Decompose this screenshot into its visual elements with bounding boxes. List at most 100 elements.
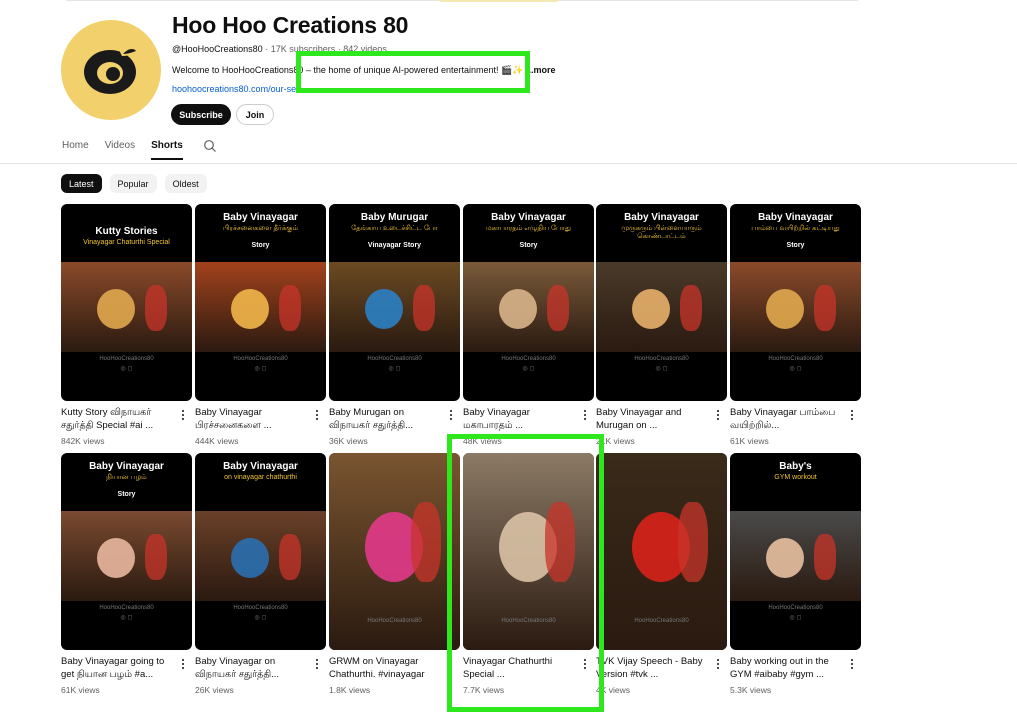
short-title[interactable]: Baby Vinayagar பிரச்சனைகளை ... <box>195 407 310 432</box>
thumbnail-figure <box>547 284 569 331</box>
thumbnail-figure <box>145 533 167 580</box>
short-views: 61K views <box>61 685 100 695</box>
short-views: 1.8K views <box>329 685 371 695</box>
thumbnail-watermark: HooHooCreations80 <box>634 356 689 362</box>
thumbnail-figure <box>632 289 670 329</box>
short-card[interactable]: Baby Vinayagar பாம்பை வயிற்றில் கட்டியது… <box>730 204 861 446</box>
thumbnail-figure <box>499 289 537 329</box>
more-actions-icon[interactable] <box>312 657 322 671</box>
short-thumbnail[interactable]: HooHooCreations80 <box>329 453 460 650</box>
more-actions-icon[interactable] <box>580 408 590 422</box>
short-title[interactable]: Baby Vinayagar பாம்பை வயிற்றில்... <box>730 407 845 432</box>
short-thumbnail[interactable]: Baby Vinayagar முருகரும் பிள்ளையாரும் கொ… <box>596 204 727 401</box>
search-icon[interactable] <box>203 139 217 158</box>
short-title[interactable]: GRWM on Vinayagar Chathurthi. #vinayagar <box>329 656 444 681</box>
subscribe-button[interactable]: Subscribe <box>171 104 231 125</box>
more-actions-icon[interactable] <box>847 408 857 422</box>
short-thumbnail[interactable]: HooHooCreations80 <box>596 453 727 650</box>
highlight-box-short <box>447 434 604 712</box>
thumbnail-subtitle: தேங்காய உடைச்சிட்ட போ <box>351 225 438 232</box>
short-title[interactable]: Baby Vinayagar மகாபாரதம் ... <box>463 407 578 432</box>
owl-logo-icon <box>84 45 140 94</box>
short-title[interactable]: Baby Vinayagar on விநாயகர் சதுர்த்தி... <box>195 656 310 681</box>
more-actions-icon[interactable] <box>713 408 723 422</box>
short-thumbnail[interactable]: Baby Vinayagar மகாபாரதம் எழுதிய போது Sto… <box>463 204 594 401</box>
more-link[interactable]: ...more <box>526 65 556 75</box>
more-actions-icon[interactable] <box>713 657 723 671</box>
short-title[interactable]: TVK Vijay Speech - Baby Version #tvk ... <box>596 656 711 681</box>
short-card[interactable]: Baby Vinayagar மகாபாரதம் எழுதிய போது Sto… <box>463 204 594 446</box>
thumbnail-figure <box>145 284 167 331</box>
thumbnail-subtitle: பாம்பை வயிற்றில் கட்டியது <box>751 225 840 232</box>
thumbnail-subtitle: Vinayagar Chaturthi Special <box>83 239 170 246</box>
thumbnail-title: Kutty Stories <box>95 226 158 237</box>
short-title[interactable]: Baby Vinayagar and Murugan on ... <box>596 407 711 432</box>
chip-popular[interactable]: Popular <box>109 174 157 193</box>
thumbnail-figure <box>231 289 269 329</box>
highlight-box-description <box>296 51 530 93</box>
thumbnail-title: Baby Vinayagar <box>89 461 164 472</box>
short-card[interactable]: HooHooCreations80 GRWM on Vinayagar Chat… <box>329 453 460 695</box>
more-actions-icon[interactable] <box>847 657 857 671</box>
short-thumbnail[interactable]: Baby Vinayagar பிரச்சனைகளை தீர்க்கும் St… <box>195 204 326 401</box>
channel-avatar[interactable] <box>61 20 161 120</box>
thumbnail-title: Baby's <box>779 461 812 472</box>
thumbnail-watermark: HooHooCreations80 <box>99 605 154 611</box>
short-views: 26K views <box>195 685 234 695</box>
chip-latest[interactable]: Latest <box>61 174 102 193</box>
thumbnail-watermark: HooHooCreations80 <box>99 356 154 362</box>
short-thumbnail[interactable]: Kutty Stories Vinayagar Chaturthi Specia… <box>61 204 192 401</box>
watermark-social-icons: ◎ ◻ <box>254 366 267 372</box>
watermark-social-icons: ◎ ◻ <box>254 615 267 621</box>
thumbnail-figure <box>680 284 702 331</box>
channel-tabs: Home Videos Shorts <box>62 139 217 160</box>
chip-oldest[interactable]: Oldest <box>164 174 207 193</box>
short-thumbnail[interactable]: Baby Vinayagar பாம்பை வயிற்றில் கட்டியது… <box>730 204 861 401</box>
thumbnail-figure <box>365 289 403 329</box>
short-card[interactable]: Baby Murugar தேங்காய உடைச்சிட்ட போ Vinay… <box>329 204 460 446</box>
short-title[interactable]: Baby working out in the GYM #aibaby #gym… <box>730 656 845 681</box>
thumbnail-story-label: Story <box>117 491 136 498</box>
join-button[interactable]: Join <box>236 104 274 125</box>
short-card[interactable]: HooHooCreations80 TVK Vijay Speech - Bab… <box>596 453 727 695</box>
more-actions-icon[interactable] <box>178 657 188 671</box>
thumbnail-figure <box>97 289 135 329</box>
short-thumbnail[interactable]: Baby's GYM workout HooHooCreations80 ◎ ◻ <box>730 453 861 650</box>
channel-name: Hoo Hoo Creations 80 <box>172 12 409 38</box>
thumbnail-figure <box>279 533 301 580</box>
short-thumbnail[interactable]: Baby Vinayagar on vinayagar chathurthi H… <box>195 453 326 650</box>
thumbnail-watermark: HooHooCreations80 <box>768 605 823 611</box>
thumbnail-title: Baby Vinayagar <box>491 212 566 223</box>
tab-shorts[interactable]: Shorts <box>151 140 183 160</box>
channel-link[interactable]: hoohoocreations80.com/our-se <box>172 84 296 94</box>
more-actions-icon[interactable] <box>312 408 322 422</box>
tab-home[interactable]: Home <box>62 140 89 160</box>
short-title[interactable]: Baby Vinayagar going to get நியான பழம் #… <box>61 656 176 681</box>
short-card[interactable]: Baby Vinayagar நியான பழம் Story HooHooCr… <box>61 453 192 695</box>
short-card[interactable]: Baby Vinayagar பிரச்சனைகளை தீர்க்கும் St… <box>195 204 326 446</box>
short-card[interactable]: Baby's GYM workout HooHooCreations80 ◎ ◻… <box>730 453 861 695</box>
short-thumbnail[interactable]: Baby Murugar தேங்காய உடைச்சிட்ட போ Vinay… <box>329 204 460 401</box>
watermark-social-icons: ◎ ◻ <box>120 615 133 621</box>
more-actions-icon[interactable] <box>178 408 188 422</box>
short-card[interactable]: Baby Vinayagar on vinayagar chathurthi H… <box>195 453 326 695</box>
thumbnail-story-label: Story <box>251 242 270 249</box>
thumbnail-story-label: Story <box>786 242 805 249</box>
channel-handle: @HooHooCreations80 <box>172 44 263 54</box>
tab-videos[interactable]: Videos <box>105 140 135 160</box>
thumbnail-figure <box>814 284 836 331</box>
short-title[interactable]: Baby Murugan on விநாயகர் சதுர்த்தி... <box>329 407 444 432</box>
thumbnail-watermark: HooHooCreations80 <box>367 356 422 362</box>
thumbnail-figure <box>766 289 804 329</box>
watermark-social-icons: ◎ ◻ <box>655 366 668 372</box>
thumbnail-subtitle: பிரச்சனைகளை தீர்க்கும் <box>222 225 299 232</box>
short-card[interactable]: Baby Vinayagar முருகரும் பிள்ளையாரும் கொ… <box>596 204 727 446</box>
sort-chips: Latest Popular Oldest <box>61 174 207 193</box>
thumbnail-subtitle: முருகரும் பிள்ளையாரும் கொண்டாட்டம் <box>621 225 702 240</box>
thumbnail-title: Baby Vinayagar <box>223 212 298 223</box>
short-thumbnail[interactable]: Baby Vinayagar நியான பழம் Story HooHooCr… <box>61 453 192 650</box>
short-card[interactable]: Kutty Stories Vinayagar Chaturthi Specia… <box>61 204 192 446</box>
more-actions-icon[interactable] <box>446 408 456 422</box>
short-title[interactable]: Kutty Story விநாயகர் சதுர்த்தி Special #… <box>61 407 176 432</box>
thumbnail-figure <box>231 538 269 578</box>
